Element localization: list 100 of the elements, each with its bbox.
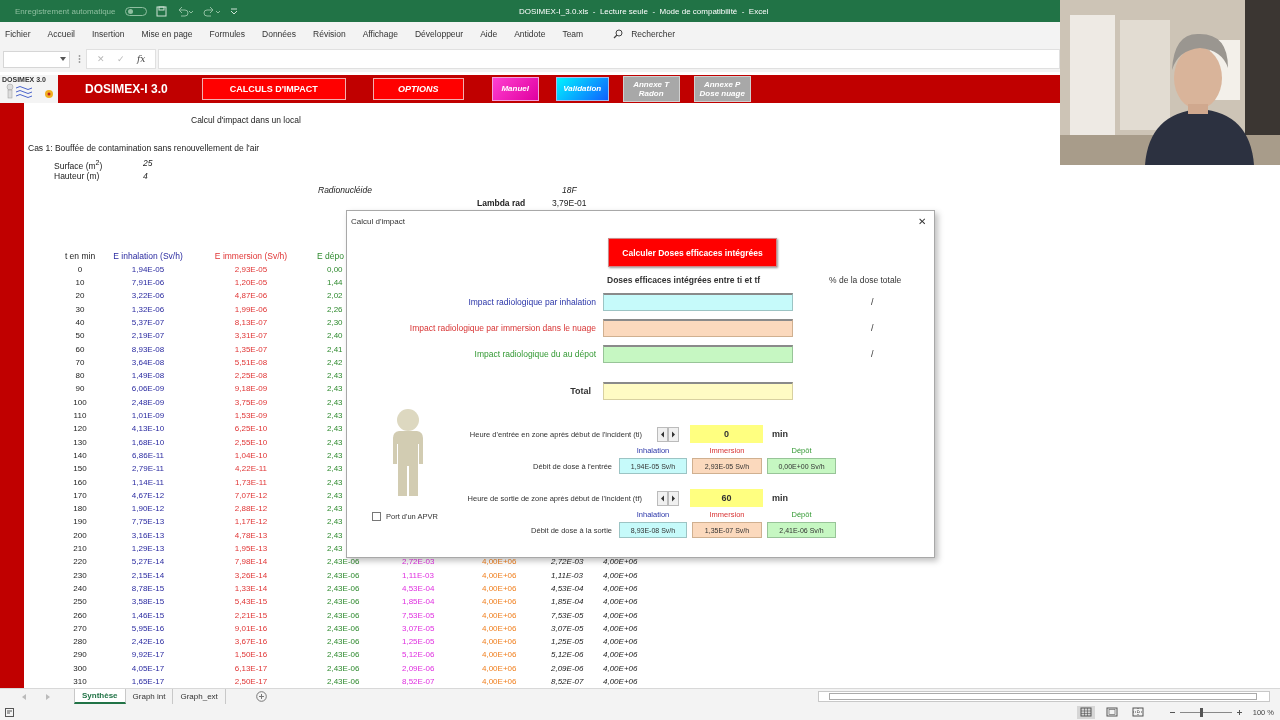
table-cell-text: 260 <box>72 609 88 622</box>
table-cell-text: 5,12E-06 <box>551 649 584 662</box>
table-cell-text: 4,22E-11 <box>234 463 268 476</box>
table-cell-text: 90 <box>74 383 86 396</box>
table-cell-text: 1,01E-09 <box>130 410 166 423</box>
menu-tab[interactable]: Mise en page <box>137 27 197 41</box>
table-cell-text: 4,00E+06 <box>482 609 517 622</box>
table-cell-text: 1,17E-12 <box>233 516 269 529</box>
table-cell-text: 2,41 <box>327 343 343 356</box>
menu-tab[interactable]: Données <box>258 27 301 41</box>
table-cell-text: 4,00E+06 <box>603 569 638 582</box>
radionuclide-label: Radionucléide <box>318 183 373 197</box>
spin-button[interactable] <box>657 426 679 442</box>
column-header: E inhalation (Sv/h) <box>112 249 184 263</box>
total-field[interactable] <box>603 382 793 400</box>
column-header: E immersion (Sv/h) <box>213 249 289 263</box>
calculate-button[interactable]: Calculer Doses efficaces intégrées <box>608 238 777 267</box>
sheet-tab[interactable]: Synthèse <box>74 689 126 704</box>
zoom-slider-thumb[interactable] <box>1199 707 1203 717</box>
time-field[interactable]: 0 <box>690 425 763 443</box>
table-cell-text: 1,46E-15 <box>130 609 166 622</box>
zoom-in-icon[interactable] <box>1235 708 1243 716</box>
table-cell-text: 1,90E-12 <box>130 503 166 516</box>
table-cell-text: 4,00E+06 <box>603 582 638 595</box>
table-cell-text: 7,53E-05 <box>402 609 435 622</box>
table-cell-text: 290 <box>72 649 88 662</box>
menu-tab[interactable]: Team <box>558 27 588 41</box>
table-cell-text: 160 <box>72 476 88 489</box>
menu-button[interactable]: OPTIONS <box>372 78 464 100</box>
table-cell-text: 30 <box>74 303 86 316</box>
column-header: E dépo <box>317 249 344 263</box>
table-cell-text: 4,00E+06 <box>482 636 517 649</box>
time-field[interactable]: 60 <box>690 489 763 507</box>
table-cell-text: 7,07E-12 <box>233 489 269 502</box>
table-cell-text: 4,00E+06 <box>603 609 638 622</box>
table-cell-text: 2,43 <box>327 449 343 462</box>
table-cell-text: 2,43 <box>327 529 343 542</box>
table-cell-text: 120 <box>72 423 88 436</box>
name-box-field[interactable] <box>3 50 70 68</box>
table-cell-text: 1,85E-04 <box>551 596 584 609</box>
table-cell-text: 1,33E-14 <box>233 582 269 595</box>
customize-icon[interactable] <box>229 6 238 16</box>
table-cell-text: 9,92E-17 <box>130 649 166 662</box>
menu-tab[interactable]: Antidote <box>510 27 550 41</box>
table-cell-text: 4,13E-10 <box>130 423 166 436</box>
table-cell-text: 2,93E-05 <box>233 263 269 276</box>
table-cell-text: 3,75E-09 <box>233 396 269 409</box>
table-cell-text: 2,43 <box>327 436 343 449</box>
menu-tab[interactable]: Formules <box>205 27 249 41</box>
table-cell-text: 280 <box>72 636 88 649</box>
horizontal-scrollbar[interactable] <box>818 691 1270 702</box>
table-cell-text: 0 <box>76 263 84 276</box>
menu-button[interactable]: CALCULS D'IMPACT <box>201 78 346 100</box>
table-cell-text: 2,43 <box>327 489 343 502</box>
checkbox[interactable] <box>372 512 381 521</box>
table-cell-text: 4,87E-06 <box>233 290 269 303</box>
table-cell-text: 2,43E-06 <box>327 662 360 675</box>
formula-field[interactable] <box>158 49 1060 69</box>
table-cell-text: 1,25E-05 <box>551 636 584 649</box>
insert-function-button[interactable]: fx <box>137 54 146 64</box>
parameter-value: 4 <box>143 170 148 183</box>
menu-tab[interactable]: Aide <box>476 27 502 41</box>
spin-button[interactable] <box>657 490 679 506</box>
sheet-title: Calcul d'impact dans un local <box>191 113 301 127</box>
table-cell-text: 4,00E+06 <box>603 676 638 688</box>
radionuclide-value: 18F <box>562 183 577 197</box>
menu-tab[interactable]: Fichier <box>1 27 35 41</box>
add-sheet-icon[interactable] <box>255 691 267 702</box>
menu-tab[interactable]: Développeur <box>410 27 468 41</box>
search-button[interactable]: Rechercher <box>609 27 680 41</box>
table-cell-text: 310 <box>72 676 88 688</box>
redo-icon[interactable] <box>202 5 221 17</box>
menu-button[interactable]: Manuel <box>491 77 539 101</box>
result-field[interactable] <box>603 319 793 337</box>
table-cell-text: 5,27E-14 <box>130 556 166 569</box>
table-cell-text: 1,25E-05 <box>402 636 435 649</box>
table-cell-text: 190 <box>72 516 88 529</box>
table-cell-text: 2,88E-12 <box>233 503 269 516</box>
table-cell-text: 2,43E-06 <box>327 569 360 582</box>
table-cell-text: 2,72E-03 <box>402 556 435 569</box>
result-field[interactable] <box>603 345 793 363</box>
view-button[interactable] <box>1076 705 1095 719</box>
caret-icon[interactable] <box>60 57 66 61</box>
menu-tab[interactable]: Révision <box>309 27 350 41</box>
menu-tab[interactable]: Insertion <box>87 27 129 41</box>
macro-record-icon[interactable] <box>5 707 14 717</box>
table-cell-text: 60 <box>74 343 86 356</box>
table-cell-text: 3,07E-05 <box>551 622 584 635</box>
splitter-icon[interactable] <box>78 54 81 64</box>
menu-tab[interactable]: Accueil <box>43 27 79 41</box>
result-field[interactable] <box>603 293 793 311</box>
table-cell-text: 2,55E-10 <box>233 436 269 449</box>
table-cell-text: 6,06E-09 <box>130 383 166 396</box>
table-cell-text: 70 <box>74 356 86 369</box>
menu-tab[interactable]: Affichage <box>358 27 402 41</box>
save-icon[interactable] <box>155 5 167 17</box>
close-button[interactable]: ✕ <box>916 215 928 227</box>
table-cell-text: 2,40 <box>327 330 343 343</box>
table-cell-text: 200 <box>72 529 88 542</box>
table-cell-text: 8,13E-07 <box>233 317 269 329</box>
